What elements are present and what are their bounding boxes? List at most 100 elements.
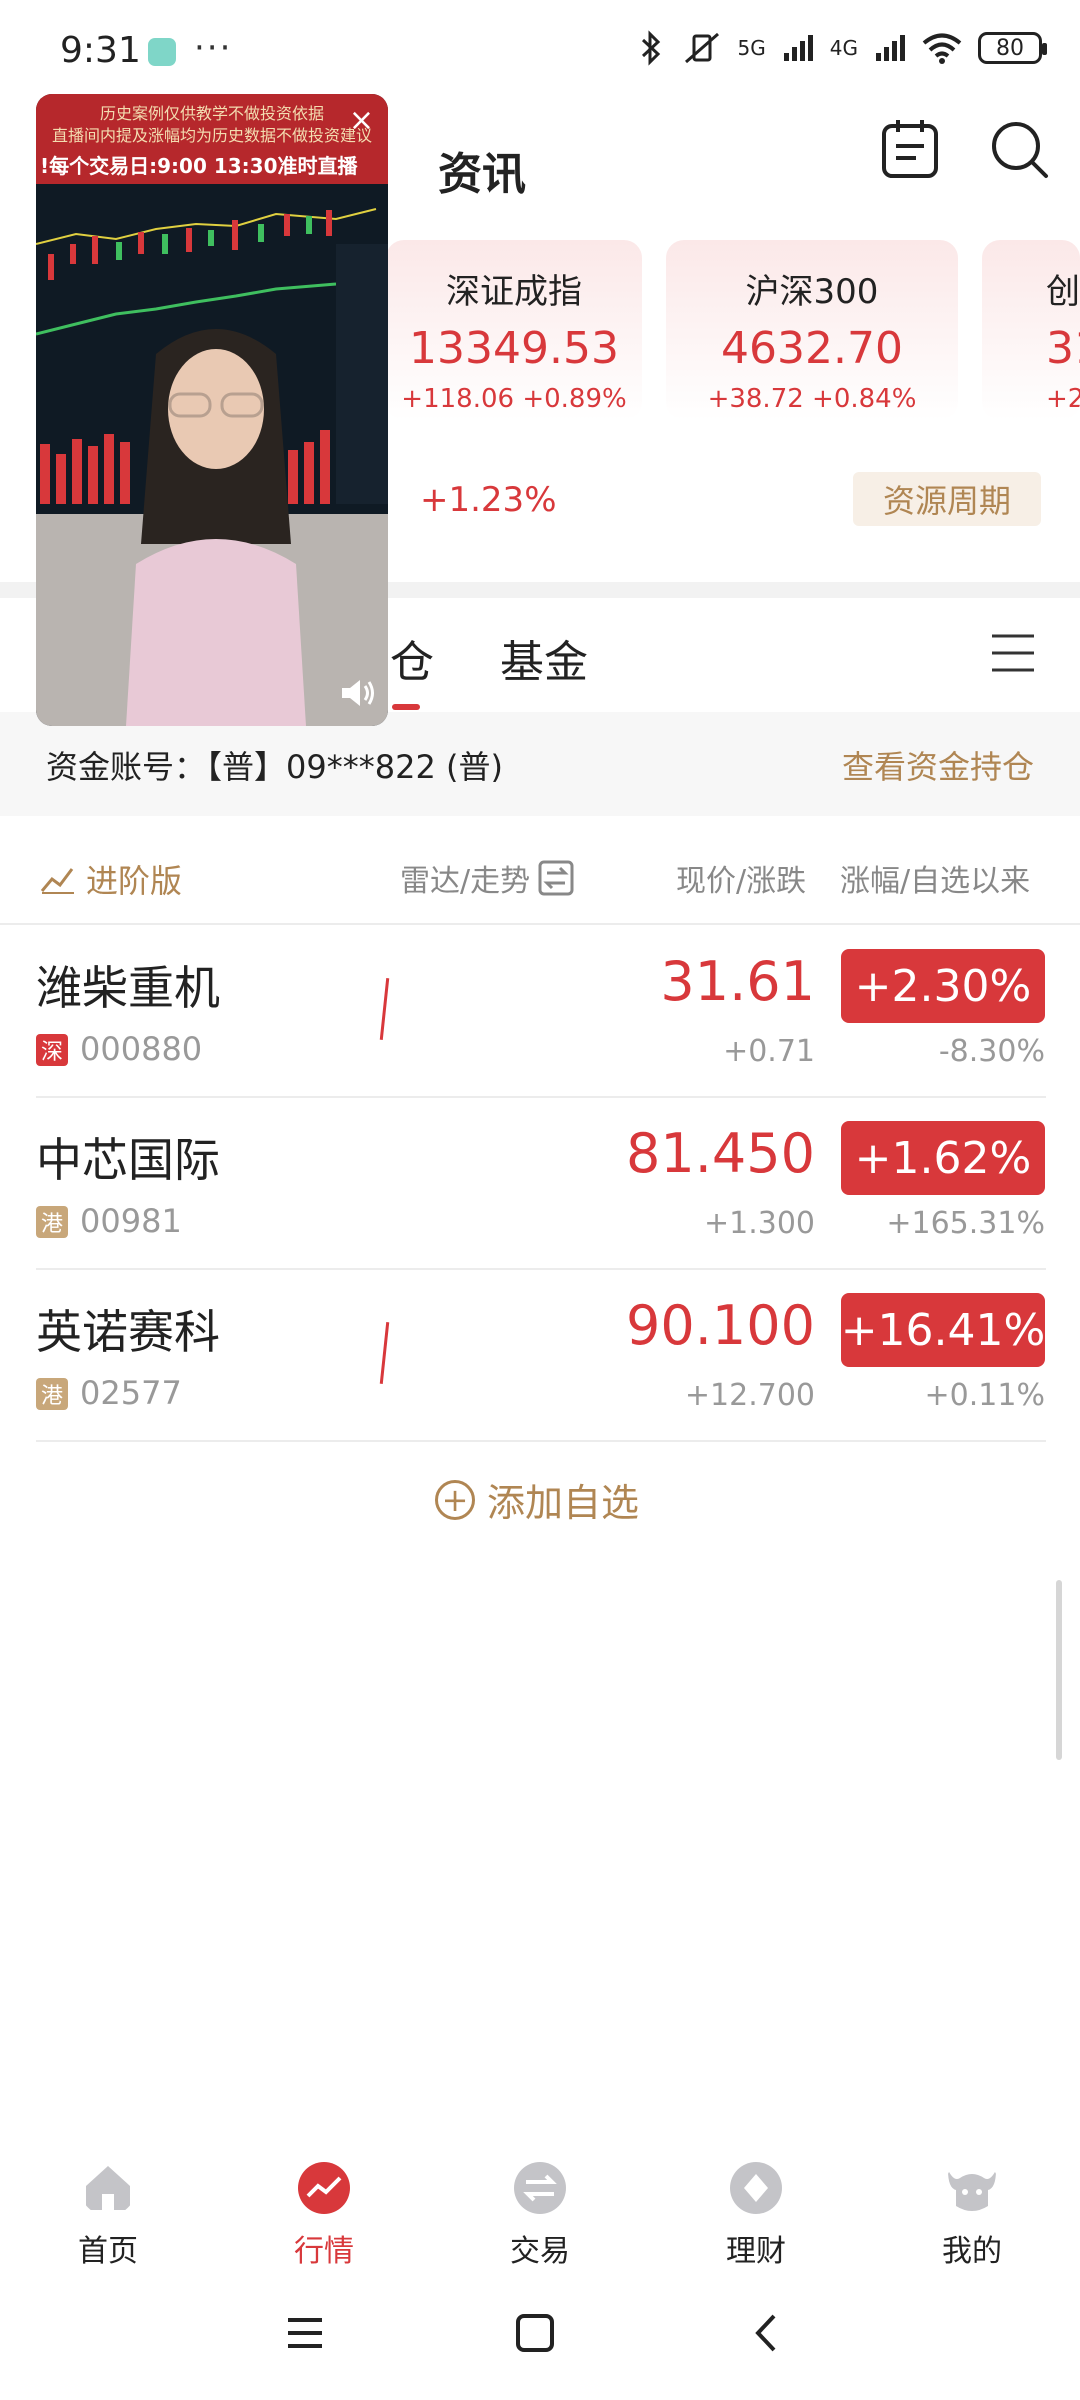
index-name: 深证成指 — [446, 272, 582, 312]
price-change-header[interactable]: 现价/涨跌 — [676, 856, 806, 900]
row-divider — [0, 923, 1080, 925]
trend-sparkline — [379, 1322, 390, 1384]
stock-price: 90.100 — [626, 1294, 815, 1357]
tab-fund[interactable]: 基金 — [500, 626, 588, 690]
more-notifications: ··· — [194, 28, 233, 68]
nav-trade[interactable]: 交易 — [470, 2160, 610, 2270]
row-divider — [36, 1440, 1046, 1442]
row-divider — [36, 1268, 1046, 1270]
trend-chart-icon — [40, 868, 74, 894]
add-watchlist-button[interactable]: + 添加自选 — [435, 1472, 639, 1527]
radar-trend-header[interactable]: 雷达/走势 — [400, 856, 574, 900]
trade-exchange-icon — [514, 2162, 566, 2214]
nav-home[interactable]: 首页 — [38, 2160, 178, 2270]
market-tag-sz: 深 — [36, 1034, 68, 1066]
since-added-pct: +0.11% — [924, 1378, 1045, 1413]
stock-change: +12.700 — [684, 1378, 815, 1413]
nav-profile[interactable]: 我的 — [902, 2160, 1042, 2270]
pct-badge[interactable]: +16.41% — [841, 1293, 1045, 1367]
video-schedule: !每个交易日:9:00 13:30准时直播 — [40, 154, 358, 178]
index-card-hs300[interactable]: 沪深300 4632.70 +38.72 +0.84% — [666, 240, 958, 420]
view-holdings-link[interactable]: 查看资金持仓 — [842, 742, 1034, 788]
market-tag-hk: 港 — [36, 1378, 68, 1410]
radar-trend-label: 雷达/走势 — [400, 864, 531, 899]
stock-code: 02577 — [80, 1374, 182, 1412]
sector-chip[interactable]: 资源周期 — [853, 472, 1041, 526]
battery-level: 80 — [996, 35, 1024, 61]
pct-badge[interactable]: +1.62% — [841, 1121, 1045, 1195]
stock-change: +0.71 — [723, 1034, 815, 1069]
close-icon[interactable]: × — [349, 106, 374, 136]
stock-code: 000880 — [80, 1030, 203, 1068]
hamburger-menu-icon[interactable] — [990, 630, 1036, 676]
wifi-icon — [922, 33, 962, 64]
plus-icon: + — [435, 1479, 475, 1520]
stock-name[interactable]: 中芯国际 — [36, 1124, 220, 1190]
nav-label: 交易 — [510, 2234, 570, 2269]
scrollbar[interactable] — [1056, 1580, 1062, 1760]
video-disclaimer: 历史案例仅供教学不做投资依据 — [99, 104, 324, 123]
index-card-szcz[interactable]: 深证成指 13349.53 +118.06 +0.89% — [386, 240, 642, 420]
nav-wealth[interactable]: 理财 — [686, 2160, 826, 2270]
nav-label: 首页 — [78, 2234, 138, 2269]
stock-change: +1.300 — [703, 1206, 815, 1241]
home-icon — [86, 2166, 130, 2210]
advanced-version-button[interactable]: 进阶版 — [40, 856, 182, 902]
since-added-pct: -8.30% — [938, 1034, 1045, 1069]
since-added-pct: +165.31% — [886, 1206, 1045, 1241]
index-name: 创 — [1046, 272, 1080, 312]
bluetooth-icon — [641, 30, 660, 66]
trend-sparkline — [379, 978, 390, 1040]
sector-change: +1.23% — [420, 480, 557, 520]
network-5g-label: 5G — [737, 36, 766, 60]
nav-label: 我的 — [942, 2234, 1002, 2269]
index-card-cyb[interactable]: 创 31 +29 — [982, 240, 1080, 420]
pct-badge[interactable]: +2.30% — [841, 949, 1045, 1023]
pct-since-header[interactable]: 涨幅/自选以来 — [840, 856, 1030, 900]
tab-active-indicator — [392, 704, 420, 710]
live-video-overlay[interactable]: 历史案例仅供教学不做投资依据 直播间内提及涨幅均为历史数据不做投资建议 !每个交… — [36, 94, 388, 726]
status-time: 9:31 — [60, 30, 141, 71]
index-change: +38.72 +0.84% — [707, 384, 917, 414]
index-value: 13349.53 — [409, 323, 619, 374]
stock-name[interactable]: 潍柴重机 — [36, 952, 220, 1018]
stock-code: 00981 — [80, 1202, 182, 1240]
account-number: 资金账号：【普】09***822 (普) — [46, 748, 503, 786]
nav-label: 理财 — [726, 2234, 786, 2269]
video-disclaimer: 直播间内提及涨幅均为历史数据不做投资建议 — [51, 126, 372, 145]
stock-name[interactable]: 英诺赛科 — [36, 1296, 220, 1362]
market-trend-icon — [298, 2162, 350, 2214]
vibrate-off-icon — [684, 32, 719, 64]
market-tag-hk: 港 — [36, 1206, 68, 1238]
wealth-diamond-icon — [730, 2162, 782, 2214]
switch-icon — [538, 860, 574, 896]
nav-label: 行情 — [294, 2234, 354, 2269]
index-change: +29 — [1046, 384, 1080, 414]
back-icon[interactable] — [742, 2308, 792, 2358]
video-banner: 历史案例仅供教学不做投资依据 直播间内提及涨幅均为历史数据不做投资建议 !每个交… — [36, 94, 388, 184]
network-4g-label: 4G — [829, 36, 858, 60]
calendar-list-icon[interactable] — [878, 118, 942, 182]
app-notification-icon — [148, 38, 176, 66]
recent-apps-icon[interactable] — [280, 2308, 330, 2358]
profile-bull-icon — [948, 2170, 996, 2211]
presenter-figure — [126, 329, 306, 726]
index-value: 31 — [1046, 323, 1080, 374]
search-icon[interactable] — [988, 118, 1052, 182]
index-value: 4632.70 — [721, 323, 903, 374]
volume-icon[interactable] — [338, 676, 376, 710]
stock-price: 81.450 — [626, 1122, 815, 1185]
battery-indicator: 80 — [978, 32, 1047, 64]
tab-holdings[interactable]: 仓 — [390, 626, 434, 690]
stock-price: 31.61 — [660, 950, 815, 1013]
row-divider — [36, 1096, 1046, 1098]
nav-market[interactable]: 行情 — [254, 2160, 394, 2270]
add-watchlist-label: 添加自选 — [487, 1481, 640, 1525]
signal-icon — [783, 35, 813, 61]
home-button-icon[interactable] — [510, 2308, 560, 2358]
index-change: +118.06 +0.89% — [401, 384, 627, 414]
status-icons: 5G 4G 80 — [636, 30, 1047, 66]
page-title[interactable]: 资讯 — [438, 138, 526, 202]
advanced-version-label: 进阶版 — [86, 862, 183, 900]
index-name: 沪深300 — [745, 272, 879, 312]
